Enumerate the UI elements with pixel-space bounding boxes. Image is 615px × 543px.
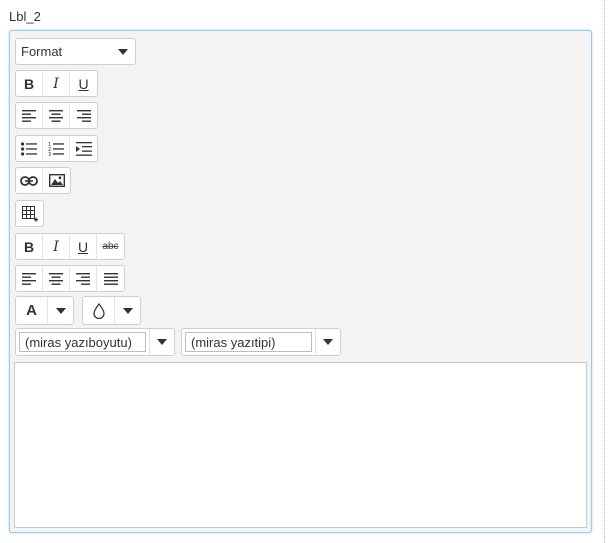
italic-button-2[interactable]: I bbox=[43, 234, 70, 259]
font-family-input[interactable]: (miras yazıtipi) bbox=[185, 332, 312, 352]
align-center-icon bbox=[49, 272, 63, 285]
link-icon bbox=[20, 175, 38, 186]
align-right-icon bbox=[76, 109, 91, 122]
color-drop-icon bbox=[92, 302, 105, 319]
text-color-button[interactable]: A bbox=[16, 297, 47, 324]
text-styles-group: B I U abc bbox=[15, 233, 125, 260]
basic-styles-group: B I U bbox=[15, 70, 98, 97]
strikethrough-button[interactable]: abc bbox=[97, 234, 124, 259]
editor-content-area[interactable] bbox=[14, 362, 587, 528]
svg-text:3: 3 bbox=[48, 152, 51, 156]
image-button[interactable] bbox=[43, 168, 70, 193]
font-family-combo: (miras yazıtipi) bbox=[181, 328, 341, 356]
align-left-icon bbox=[22, 109, 36, 122]
indent-icon bbox=[75, 141, 92, 156]
align-right-button-2[interactable] bbox=[70, 266, 97, 291]
italic-button[interactable]: I bbox=[43, 71, 70, 96]
font-size-dropdown[interactable] bbox=[148, 329, 174, 355]
align-center-button[interactable] bbox=[43, 103, 70, 128]
format-dropdown[interactable]: Format bbox=[15, 38, 136, 65]
chevron-down-icon bbox=[322, 339, 333, 345]
background-color-dropdown[interactable] bbox=[114, 297, 140, 324]
bulleted-list-button[interactable] bbox=[16, 136, 43, 161]
editor-toolbar: Format B I U 123 B I U abc A (miras yazı… bbox=[10, 31, 591, 361]
text-color-dropdown[interactable] bbox=[47, 297, 73, 324]
text-color-picker: A bbox=[15, 296, 74, 325]
align-center-button-2[interactable] bbox=[43, 266, 70, 291]
table-group bbox=[15, 200, 44, 227]
table-icon bbox=[21, 205, 38, 222]
align-left-button[interactable] bbox=[16, 103, 43, 128]
align-right-button[interactable] bbox=[70, 103, 97, 128]
align-justify-icon bbox=[103, 272, 118, 285]
background-color-picker bbox=[82, 296, 141, 325]
numbered-list-icon: 123 bbox=[48, 142, 64, 156]
font-size-input[interactable]: (miras yazıboyutu) bbox=[19, 332, 146, 352]
align-left-button-2[interactable] bbox=[16, 266, 43, 291]
guide-line bbox=[604, 0, 605, 543]
bulleted-list-icon bbox=[21, 141, 37, 156]
format-dropdown-value: Format bbox=[21, 44, 63, 59]
insert-group bbox=[15, 167, 71, 194]
numbered-list-button[interactable]: 123 bbox=[43, 136, 70, 161]
align-right-icon bbox=[76, 272, 90, 285]
rich-text-editor: Format B I U 123 B I U abc A (miras yazı… bbox=[9, 30, 592, 533]
bold-button[interactable]: B bbox=[16, 71, 43, 96]
bold-button-2[interactable]: B bbox=[16, 234, 43, 259]
link-button[interactable] bbox=[16, 168, 43, 193]
align-left-icon bbox=[22, 272, 36, 285]
list-group: 123 bbox=[15, 135, 98, 162]
chevron-down-icon bbox=[156, 339, 167, 345]
underline-button-2[interactable]: U bbox=[70, 234, 97, 259]
field-label: Lbl_2 bbox=[9, 9, 41, 24]
align-group bbox=[15, 102, 98, 129]
chevron-down-icon bbox=[55, 307, 66, 314]
underline-button[interactable]: U bbox=[70, 71, 97, 96]
font-size-combo: (miras yazıboyutu) bbox=[15, 328, 175, 356]
chevron-down-icon bbox=[122, 307, 133, 314]
font-family-dropdown[interactable] bbox=[314, 329, 340, 355]
indent-button[interactable] bbox=[70, 136, 97, 161]
justify-button[interactable] bbox=[97, 266, 124, 291]
table-button[interactable] bbox=[16, 201, 43, 226]
image-icon bbox=[48, 174, 65, 187]
align-center-icon bbox=[49, 109, 63, 122]
background-color-button[interactable] bbox=[83, 297, 114, 324]
chevron-down-icon bbox=[118, 48, 128, 55]
align-group-2 bbox=[15, 265, 125, 292]
